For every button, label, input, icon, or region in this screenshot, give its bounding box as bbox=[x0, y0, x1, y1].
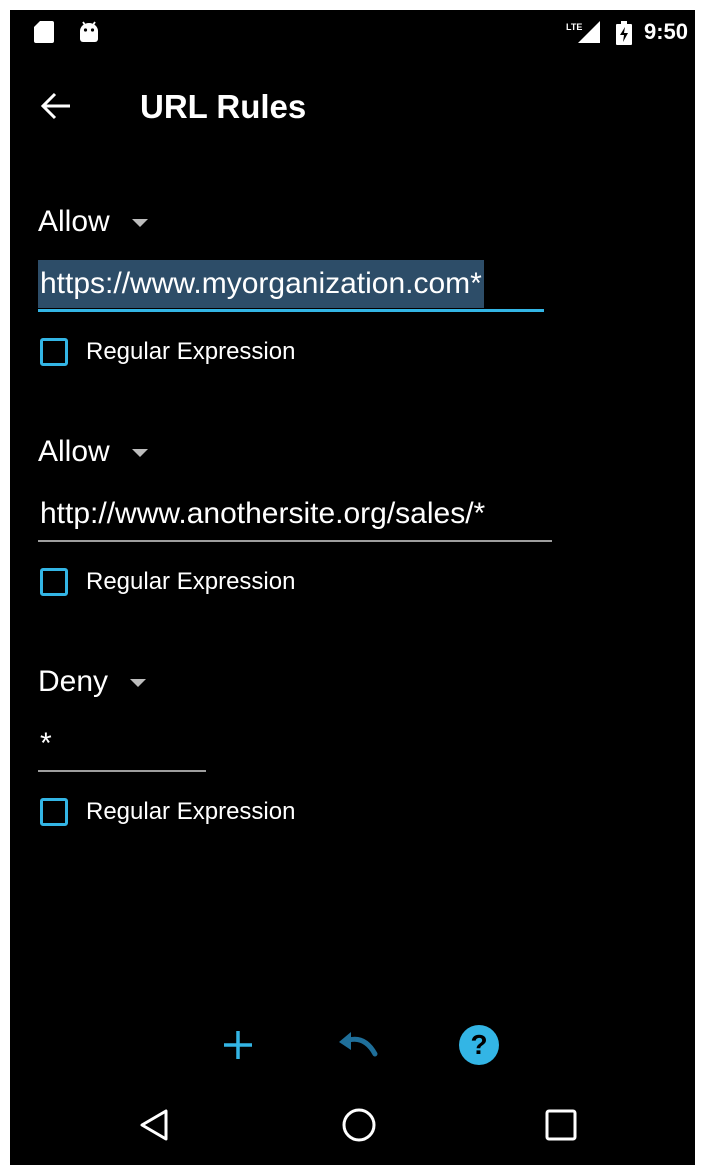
regex-checkbox[interactable]: Regular Expression bbox=[40, 794, 295, 830]
chevron-down-icon bbox=[131, 219, 148, 227]
chevron-down-icon bbox=[130, 679, 147, 687]
url-rule: Allow http://www.anothersite.org/sales/*… bbox=[10, 430, 695, 640]
checkbox-box bbox=[40, 568, 68, 596]
battery-charging-icon bbox=[616, 21, 632, 50]
undo-icon bbox=[339, 1032, 378, 1057]
regex-checkbox[interactable]: Regular Expression bbox=[40, 334, 295, 370]
input-underline bbox=[38, 770, 206, 772]
chevron-down-icon bbox=[131, 449, 148, 457]
policy-dropdown[interactable]: Allow bbox=[38, 200, 148, 244]
regex-label: Regular Expression bbox=[86, 798, 296, 825]
url-rule: Allow https://www.myorganization.com* Re… bbox=[10, 200, 695, 410]
regex-label: Regular Expression bbox=[86, 338, 296, 365]
url-input[interactable]: http://www.anothersite.org/sales/* bbox=[38, 490, 552, 542]
undo-button[interactable] bbox=[332, 1020, 382, 1070]
back-button[interactable] bbox=[32, 84, 80, 128]
regex-label: Regular Expression bbox=[86, 568, 296, 595]
nav-back-button[interactable] bbox=[124, 1100, 184, 1150]
checkbox-box bbox=[40, 338, 68, 366]
policy-value: Allow bbox=[38, 435, 110, 468]
regex-checkbox[interactable]: Regular Expression bbox=[40, 564, 295, 600]
policy-dropdown[interactable]: Deny bbox=[38, 660, 147, 704]
input-underline bbox=[38, 540, 552, 542]
android-icon bbox=[78, 21, 100, 48]
svg-text:LTE: LTE bbox=[566, 22, 582, 32]
url-value: * bbox=[40, 727, 52, 760]
policy-dropdown[interactable]: Allow bbox=[38, 430, 148, 474]
url-value: http://www.anothersite.org/sales/* bbox=[40, 497, 486, 530]
url-value: https://www.myorganization.com* bbox=[38, 260, 484, 308]
plus-icon bbox=[224, 1031, 252, 1059]
nav-home-icon bbox=[342, 1108, 376, 1142]
status-bar: LTE 9:50 bbox=[10, 10, 695, 52]
policy-value: Deny bbox=[38, 665, 109, 698]
url-input[interactable]: * bbox=[38, 720, 206, 772]
add-rule-button[interactable] bbox=[213, 1020, 263, 1070]
navigation-bar bbox=[10, 1090, 695, 1165]
help-button[interactable]: ? bbox=[454, 1020, 504, 1070]
checkbox-box bbox=[40, 798, 68, 826]
page-title: URL Rules bbox=[140, 88, 307, 125]
nav-back-icon bbox=[140, 1109, 168, 1141]
sd-card-icon bbox=[34, 21, 54, 48]
clock: 9:50 bbox=[644, 19, 689, 44]
url-rule: Deny * Regular Expression bbox=[10, 660, 695, 870]
help-icon: ? bbox=[459, 1025, 499, 1065]
nav-recents-icon bbox=[545, 1109, 577, 1141]
action-toolbar: ? bbox=[10, 1010, 695, 1080]
svg-text:?: ? bbox=[470, 1029, 487, 1060]
lte-signal-icon: LTE bbox=[566, 21, 602, 48]
nav-home-button[interactable] bbox=[329, 1100, 389, 1150]
input-underline bbox=[38, 309, 544, 312]
phone-screen: LTE 9:50 URL Rules Allow https://www.myo… bbox=[10, 10, 695, 1165]
arrow-back-icon bbox=[40, 92, 70, 120]
url-input[interactable]: https://www.myorganization.com* bbox=[38, 260, 544, 312]
nav-recents-button[interactable] bbox=[531, 1100, 591, 1150]
policy-value: Allow bbox=[38, 205, 110, 238]
app-bar: URL Rules bbox=[10, 52, 695, 160]
